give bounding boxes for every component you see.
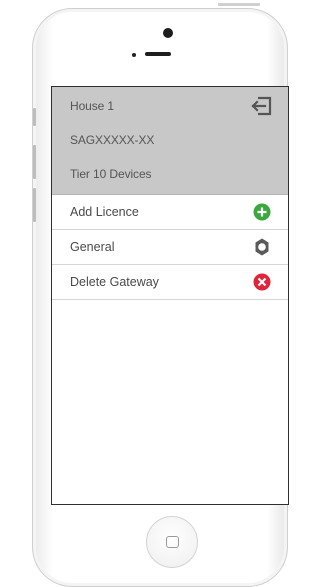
mute-switch[interactable] <box>33 108 36 126</box>
gear-icon <box>255 238 269 256</box>
proximity-sensor <box>132 53 136 57</box>
gateway-name: House 1 <box>70 99 114 113</box>
front-camera <box>163 28 173 38</box>
menu-item-general[interactable]: General <box>52 230 288 265</box>
menu-item-label: General <box>70 240 115 254</box>
earpiece-speaker <box>145 52 171 56</box>
gateway-header: House 1 SAGXXXXX-XX Tier 10 Devices <box>52 87 288 195</box>
home-button[interactable] <box>146 516 198 568</box>
menu-item-add-licence[interactable]: Add Licence <box>52 195 288 230</box>
gateway-tier: Tier 10 Devices <box>70 167 152 181</box>
volume-up-button[interactable] <box>33 145 36 179</box>
power-button[interactable] <box>218 3 260 6</box>
menu-item-label: Delete Gateway <box>70 275 159 289</box>
logout-icon[interactable] <box>250 96 272 116</box>
menu-item-label: Add Licence <box>70 205 139 219</box>
volume-down-button[interactable] <box>33 188 36 222</box>
delete-icon <box>253 273 271 291</box>
app-screen: House 1 SAGXXXXX-XX Tier 10 Devices Add … <box>51 86 289 505</box>
home-square-icon <box>166 536 179 548</box>
add-icon <box>253 203 271 221</box>
gateway-serial: SAGXXXXX-XX <box>70 133 155 147</box>
menu-item-delete-gateway[interactable]: Delete Gateway <box>52 265 288 300</box>
